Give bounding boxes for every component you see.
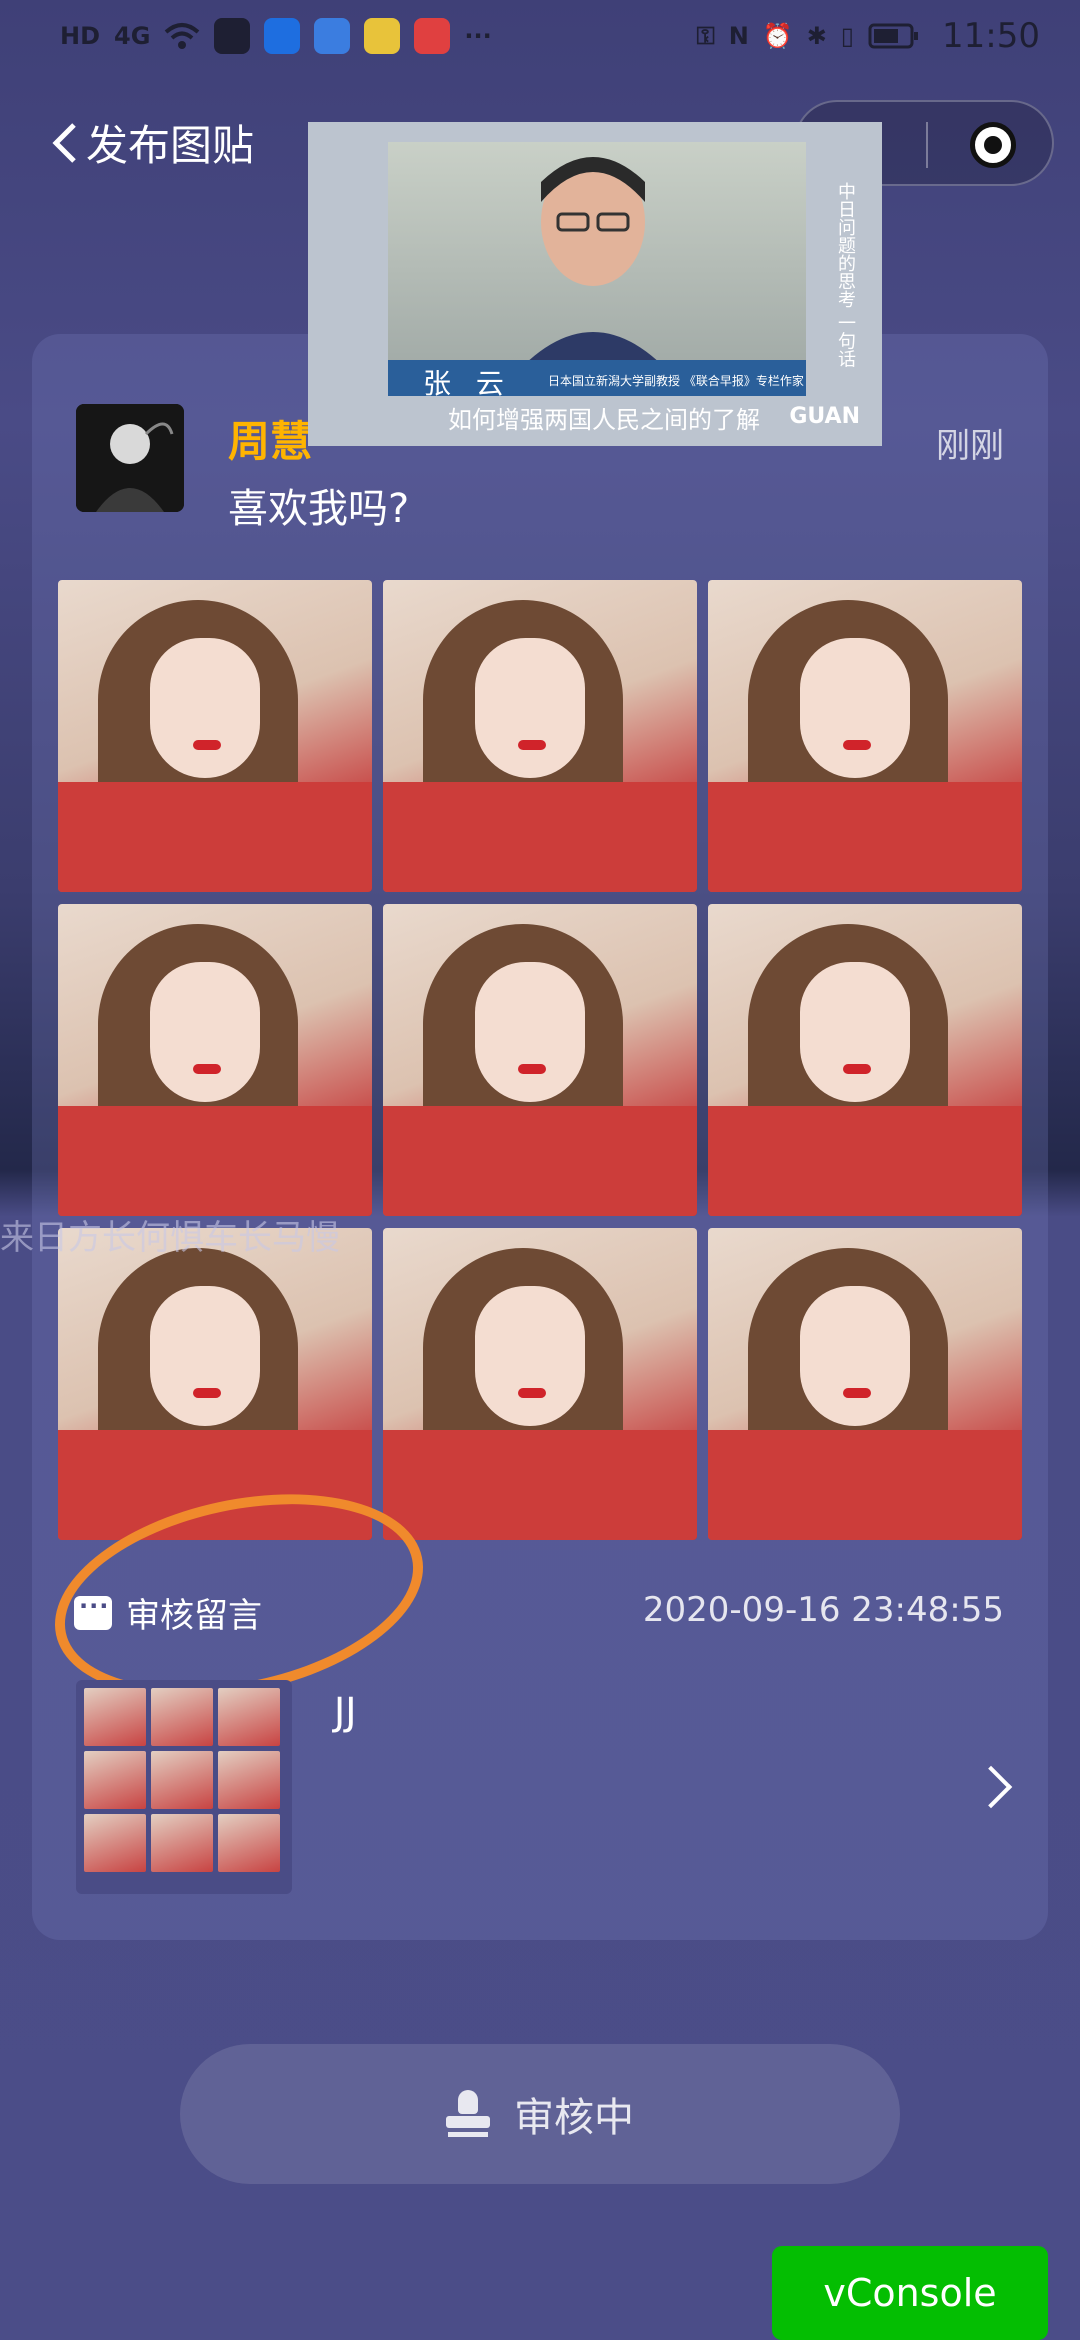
vconsole-button[interactable]: vConsole — [772, 2246, 1048, 2340]
photo[interactable] — [58, 580, 372, 892]
status-bar: HD 4G ··· ⚿ N ⏰ ✱ ▯ 11:50 — [0, 0, 1080, 72]
music-app-icon — [314, 18, 351, 54]
review-status-button[interactable]: 审核中 — [180, 2044, 900, 2184]
network-4g-indicator: 4G — [114, 22, 151, 50]
shield-app-icon — [264, 18, 301, 54]
photo[interactable] — [383, 904, 697, 1216]
key-icon: ⚿ — [696, 22, 715, 50]
hd-indicator: HD — [60, 22, 101, 50]
capsule-divider — [926, 122, 928, 168]
alarm-icon: ⏰ — [762, 22, 793, 50]
vibrate-icon: ▯ — [840, 22, 855, 50]
video-subtitle: 如何增强两国人民之间的了解 — [448, 406, 760, 434]
video-person — [508, 157, 678, 382]
nfc-icon: N — [728, 22, 749, 50]
comment-label: 审核留言 — [126, 1596, 262, 1636]
battery-icon — [868, 18, 920, 54]
back-button[interactable]: 发布图贴 — [50, 112, 254, 173]
comment-timestamp: 2020-09-16 23:48:55 — [642, 1590, 1004, 1630]
comment-author: JJ — [334, 1690, 357, 1734]
photo[interactable] — [708, 580, 1022, 892]
photo[interactable] — [383, 580, 697, 892]
photo[interactable] — [708, 904, 1022, 1216]
comment-thumbnail[interactable] — [76, 1680, 292, 1894]
more-notifications-icon: ··· — [464, 22, 492, 50]
stamp-icon — [446, 2090, 490, 2138]
photo[interactable] — [383, 1228, 697, 1540]
username[interactable]: 周慧 — [228, 408, 312, 469]
wifi-icon — [164, 18, 200, 54]
status-bar-left: HD 4G ··· — [60, 18, 492, 54]
video-speaker-name: 张 云 — [423, 367, 512, 400]
page-title: 发布图贴 — [86, 121, 255, 170]
video-app-icon — [214, 18, 251, 54]
clock: 11:50 — [942, 16, 1040, 56]
floating-video-window[interactable]: 中日问题的思考 一句话 张 云 日本国立新潟大学副教授 《联合早报》专栏作家 如… — [308, 122, 882, 446]
photo-grid — [58, 580, 1022, 1540]
photo[interactable] — [58, 904, 372, 1216]
status-bar-right: ⚿ N ⏰ ✱ ▯ 11:50 — [696, 16, 1040, 56]
comment-header: 审核留言 — [74, 1588, 262, 1637]
avatar[interactable] — [76, 404, 184, 512]
huawei-app-icon — [414, 18, 451, 54]
photo[interactable] — [708, 1228, 1022, 1540]
video-frame — [388, 142, 806, 392]
post-time: 刚刚 — [936, 426, 1004, 466]
post-text: 喜欢我吗? — [228, 486, 410, 532]
comment-icon — [74, 1592, 112, 1630]
photo[interactable] — [58, 1228, 372, 1540]
video-vertical-text: 中日问题的思考 一句话 — [835, 182, 856, 368]
bluetooth-icon: ✱ — [806, 22, 827, 50]
background-overlay-text: 来日方长何惧车长马慢 — [0, 1218, 340, 1258]
video-speaker-description: 日本国立新潟大学副教授 《联合早报》专栏作家 — [548, 374, 804, 388]
video-channel-logo: GUAN — [789, 404, 860, 429]
review-status-label: 审核中 — [514, 2095, 634, 2141]
chevron-left-icon — [52, 122, 76, 163]
close-miniprogram-icon[interactable] — [970, 122, 1016, 168]
message-app-icon — [364, 18, 401, 54]
